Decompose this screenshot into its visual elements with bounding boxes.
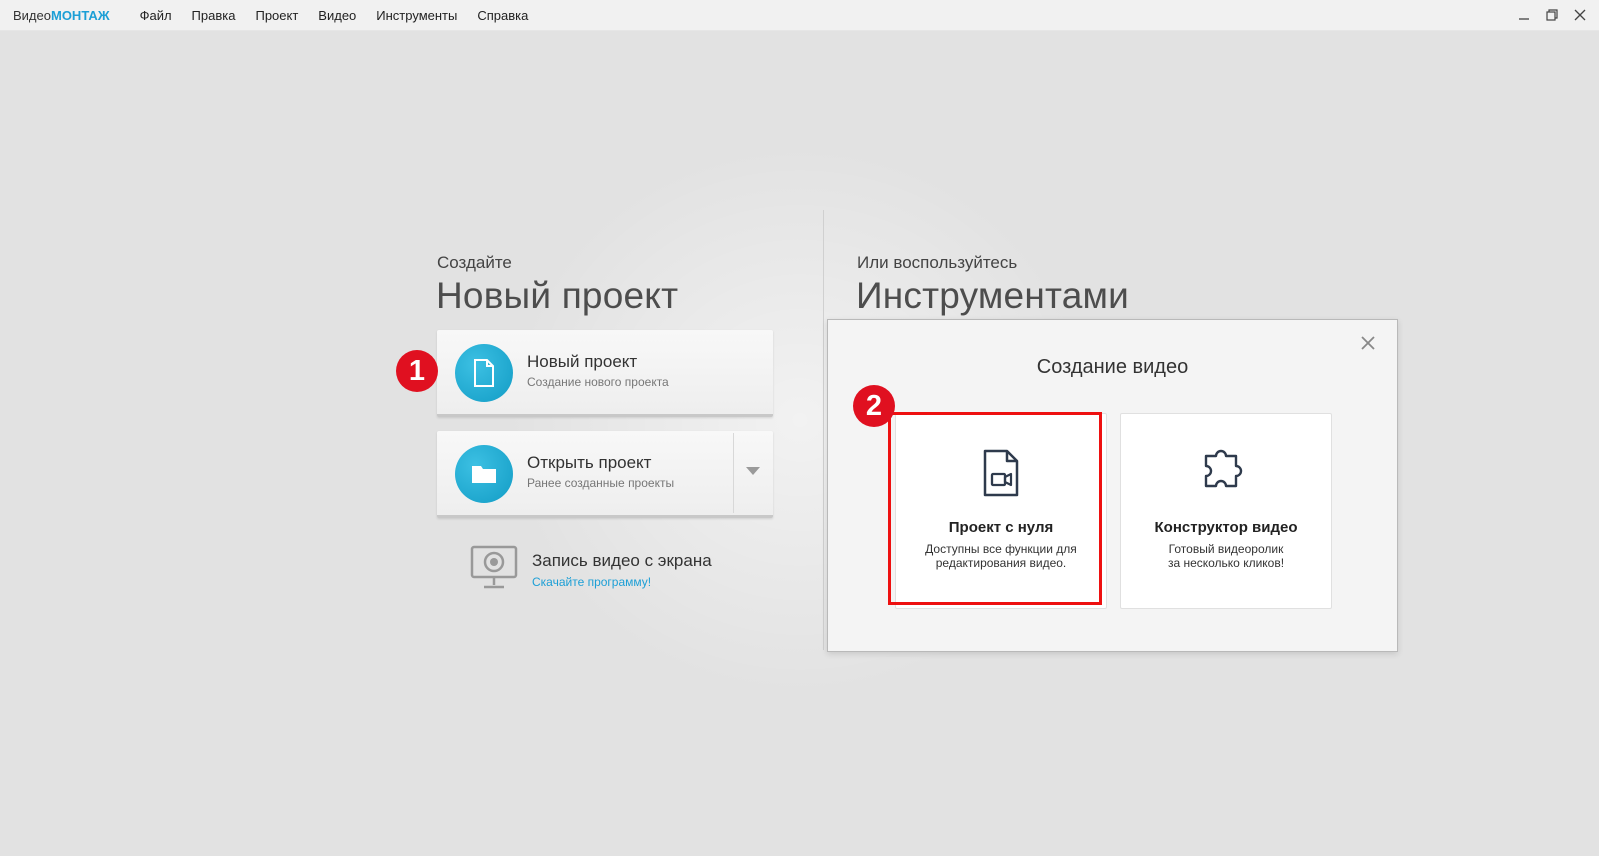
- menu-video[interactable]: Видео: [318, 8, 356, 23]
- document-icon: [455, 344, 513, 402]
- new-project-button[interactable]: Новый проект Создание нового проекта: [437, 330, 773, 417]
- step-badge-2: 2: [853, 385, 895, 427]
- create-video-dialog: Создание видео Проект с нуля Доступны вс…: [827, 319, 1398, 652]
- folder-icon: [455, 445, 513, 503]
- app-title-accent: МОНТАЖ: [50, 7, 110, 23]
- option-scratch-description: Доступны все функции для редактирования …: [904, 542, 1098, 570]
- menu-edit[interactable]: Правка: [192, 8, 236, 23]
- menu-project[interactable]: Проект: [255, 8, 298, 23]
- chevron-down-icon[interactable]: [743, 464, 763, 478]
- menu-help[interactable]: Справка: [477, 8, 528, 23]
- open-project-button[interactable]: Открыть проект Ранее созданные проекты: [437, 431, 773, 518]
- open-project-subtitle: Ранее созданные проекты: [527, 476, 675, 490]
- screen-record-icon: [470, 545, 518, 596]
- open-project-title: Открыть проект: [527, 453, 652, 472]
- option-constructor-desc-line1: Готовый видеоролик: [1168, 542, 1284, 556]
- option-constructor-desc-line2: за несколько кликов!: [1167, 556, 1285, 570]
- screen-record-title: Запись видео с экрана: [532, 551, 712, 570]
- restore-icon[interactable]: [1545, 8, 1559, 22]
- download-program-link[interactable]: Скачайте программу!: [532, 575, 651, 589]
- option-project-from-scratch[interactable]: Проект с нуля Доступны все функции для р…: [895, 413, 1107, 609]
- right-section-title: Инструментами: [856, 275, 1129, 316]
- screen-record-link[interactable]: Запись видео с экрана Скачайте программу…: [470, 543, 770, 593]
- section-divider: [823, 210, 824, 650]
- left-section-pretitle: Создайте: [437, 253, 512, 272]
- right-section-pretitle: Или воспользуйтесь: [857, 253, 1018, 272]
- window-controls: [1517, 0, 1587, 30]
- app-title: ВидеоМОНТАЖ: [13, 8, 110, 23]
- dropdown-separator: [733, 433, 734, 513]
- video-file-icon: [896, 448, 1106, 498]
- step-badge-1: 1: [396, 350, 438, 392]
- new-project-title: Новый проект: [527, 352, 638, 371]
- left-section-title: Новый проект: [436, 275, 679, 316]
- puzzle-icon: [1121, 448, 1331, 498]
- option-scratch-title: Проект с нуля: [948, 519, 1054, 536]
- option-scratch-desc-line1: Доступны все функции для: [925, 542, 1077, 556]
- option-scratch-desc-line2: редактирования видео.: [935, 556, 1067, 570]
- minimize-icon[interactable]: [1517, 8, 1531, 22]
- option-constructor-title: Конструктор видео: [1154, 519, 1298, 536]
- close-icon[interactable]: [1359, 334, 1377, 352]
- dialog-title: Создание видео: [1036, 356, 1189, 378]
- option-video-constructor[interactable]: Конструктор видео Готовый видеоролик за …: [1120, 413, 1332, 609]
- menu-file[interactable]: Файл: [140, 8, 172, 23]
- menu-bar: ВидеоМОНТАЖ Файл Правка Проект Видео Инс…: [0, 0, 1599, 31]
- menu-tools[interactable]: Инструменты: [376, 8, 457, 23]
- close-window-icon[interactable]: [1573, 8, 1587, 22]
- option-constructor-description: Готовый видеоролик за несколько кликов!: [1129, 542, 1323, 570]
- new-project-subtitle: Создание нового проекта: [527, 375, 669, 389]
- app-title-prefix: Видео: [13, 7, 51, 23]
